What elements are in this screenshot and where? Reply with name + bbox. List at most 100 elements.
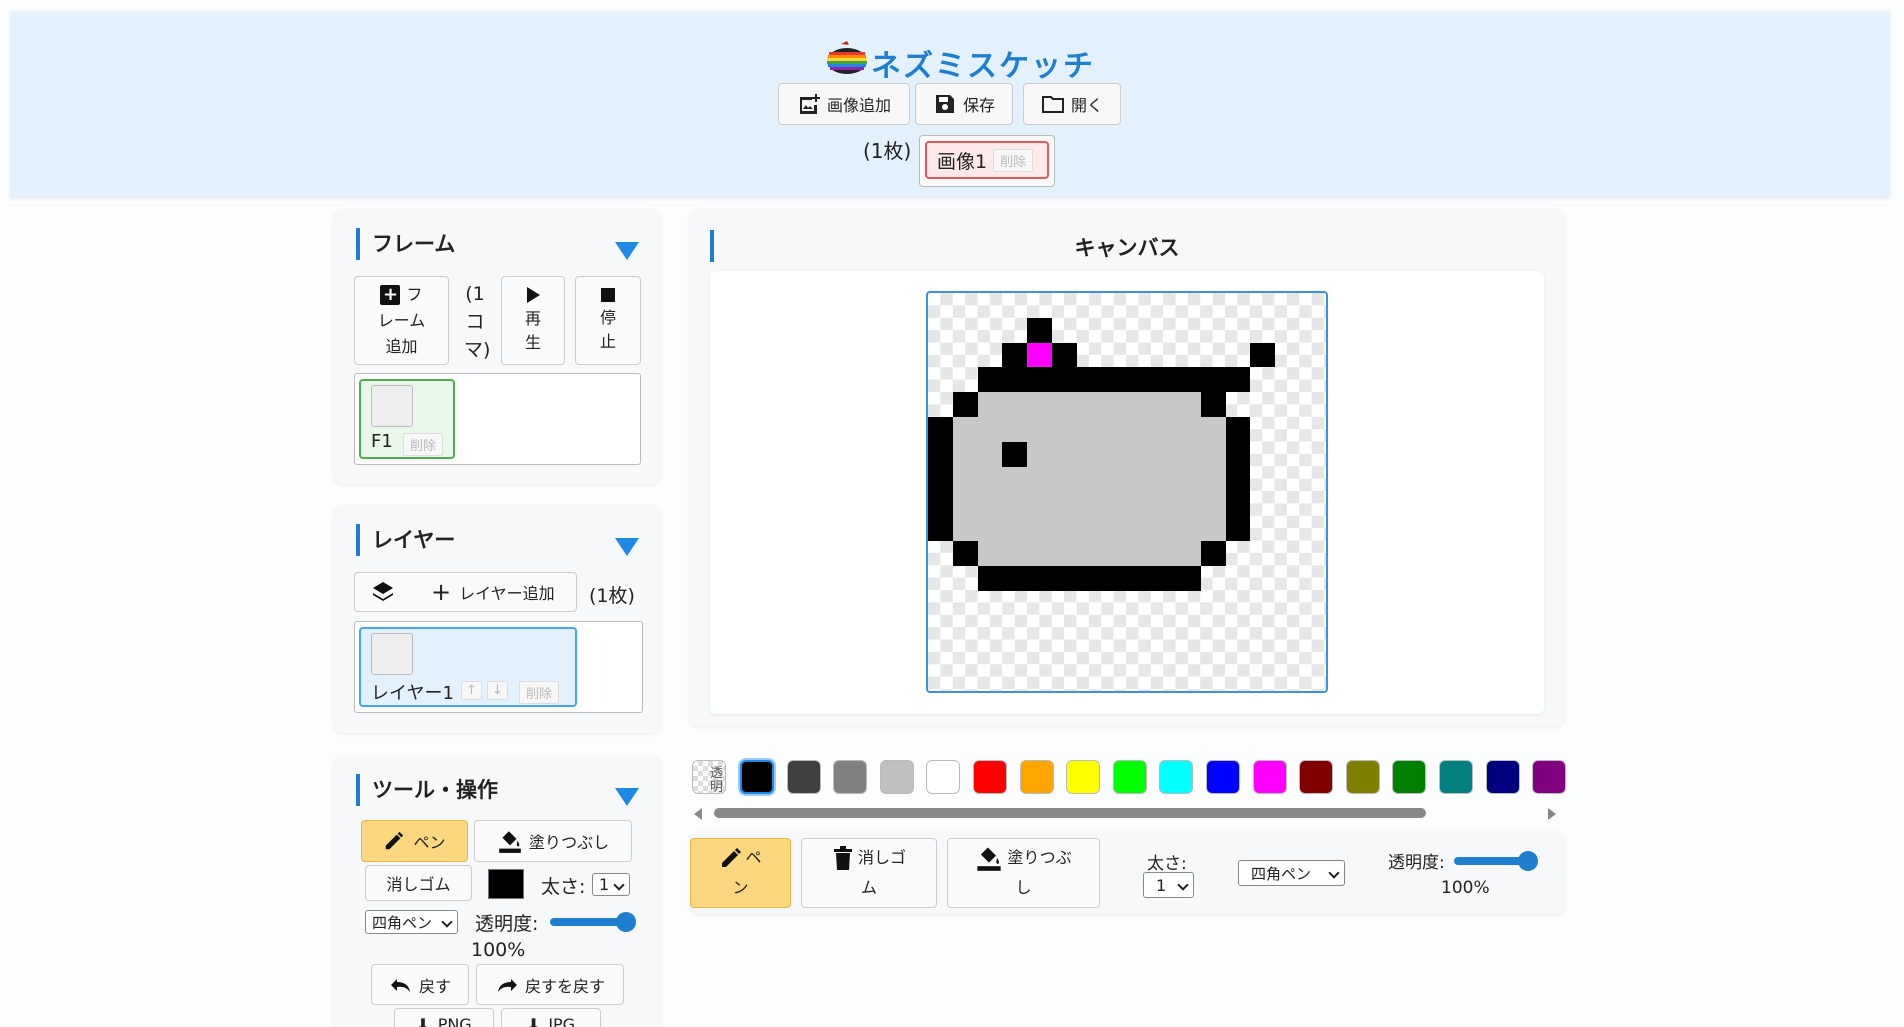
color-swatch[interactable] bbox=[1299, 760, 1334, 794]
toolbar-eraser-button[interactable]: 消しゴ ム bbox=[801, 838, 937, 908]
undo-button[interactable]: 戻す bbox=[371, 964, 469, 1005]
canvas-pixel bbox=[1225, 417, 1251, 442]
toolbar-size-select[interactable]: 1 bbox=[1143, 872, 1194, 898]
canvas-pixel bbox=[1002, 491, 1028, 517]
canvas-pixel bbox=[1225, 491, 1251, 517]
canvas-pixel bbox=[1200, 441, 1226, 467]
color-swatch[interactable] bbox=[1439, 760, 1473, 794]
add-frame-label-3: 追加 bbox=[385, 336, 418, 356]
frame-delete-button[interactable]: 削除 bbox=[403, 433, 444, 456]
canvas-pixel bbox=[1027, 541, 1052, 566]
color-swatch[interactable] bbox=[1392, 760, 1427, 794]
frame-panel: フレーム + フ レーム 追加 (1 コ マ) 再 生 停 止 F1 削除 bbox=[334, 210, 660, 484]
frame-item[interactable]: F1 削除 bbox=[359, 379, 455, 459]
add-image-button[interactable]: 画像追加 bbox=[778, 83, 910, 125]
toolbar-pen-button[interactable]: ペ ン bbox=[690, 838, 791, 908]
undo-label: 戻す bbox=[418, 976, 451, 996]
color-swatch[interactable] bbox=[740, 760, 774, 794]
canvas-pixel bbox=[1225, 516, 1251, 541]
canvas-pixel bbox=[1076, 516, 1102, 541]
toolbar-fill-button[interactable]: 塗りつぶ し bbox=[947, 838, 1100, 908]
play-button[interactable]: 再 生 bbox=[501, 276, 565, 365]
color-swatch[interactable] bbox=[973, 760, 1007, 794]
image-tab[interactable]: 画像1 削除 bbox=[925, 141, 1049, 179]
color-swatch[interactable] bbox=[1532, 760, 1567, 794]
color-swatch[interactable] bbox=[926, 760, 961, 794]
save-button[interactable]: 保存 bbox=[915, 83, 1013, 125]
opacity-slider[interactable] bbox=[550, 912, 636, 932]
color-swatch[interactable] bbox=[1159, 760, 1194, 794]
canvas-pixel bbox=[1027, 317, 1052, 343]
drawing-canvas[interactable] bbox=[926, 291, 1328, 693]
color-swatch[interactable] bbox=[1112, 760, 1147, 794]
color-swatch[interactable] bbox=[1252, 760, 1287, 794]
color-swatch[interactable] bbox=[1019, 760, 1054, 794]
tool-fill-button[interactable]: 塗りつぶし bbox=[474, 820, 632, 862]
color-swatch[interactable] bbox=[786, 760, 821, 794]
canvas-pixel bbox=[1151, 541, 1176, 566]
toolbar-opacity-slider[interactable] bbox=[1454, 851, 1538, 871]
redo-button[interactable]: 戻すを戻す bbox=[476, 964, 624, 1005]
pen-shape-value: 四角ペン bbox=[372, 913, 433, 932]
toolbar-pen-label-2: ン bbox=[732, 878, 749, 897]
size-label: 太さ: bbox=[541, 876, 586, 898]
opacity-label: 透明度: bbox=[475, 913, 539, 935]
canvas-pixel bbox=[1002, 541, 1028, 566]
color-swatch[interactable] bbox=[1345, 760, 1380, 794]
opacity-value: 100% bbox=[471, 939, 526, 961]
canvas-pixel bbox=[1076, 541, 1102, 566]
open-button[interactable]: 開く bbox=[1023, 83, 1121, 125]
layer-up-button[interactable]: ↑ bbox=[461, 681, 482, 700]
image-tab-label: 画像1 bbox=[937, 150, 988, 173]
canvas-pixel bbox=[1151, 565, 1176, 591]
toolbar-pen-shape-select[interactable]: 四角ペン bbox=[1238, 860, 1345, 886]
canvas-pixel bbox=[952, 417, 978, 442]
image-tab-list: 画像1 削除 bbox=[919, 135, 1055, 187]
canvas-pixel bbox=[977, 367, 1003, 393]
size-select-value: 1 bbox=[599, 875, 610, 894]
canvas-pixel bbox=[1052, 516, 1077, 541]
add-frame-button[interactable]: + フ レーム 追加 bbox=[354, 276, 449, 365]
image-delete-button[interactable]: 削除 bbox=[993, 148, 1034, 172]
save-label: 保存 bbox=[962, 96, 995, 115]
canvas-pixel bbox=[1250, 342, 1276, 368]
transparent-swatch[interactable]: 透明 bbox=[692, 760, 726, 794]
export-png-button[interactable]: ⬇ PNG bbox=[394, 1008, 494, 1027]
canvas-pixel bbox=[1200, 491, 1226, 517]
frame-collapse-toggle[interactable] bbox=[615, 242, 639, 260]
toolbar-opacity-slider-knob[interactable] bbox=[1518, 851, 1538, 871]
palette-scroll-left-button[interactable] bbox=[694, 808, 702, 820]
stop-label-1: 停 bbox=[599, 307, 616, 327]
layer-down-button[interactable]: ↓ bbox=[487, 681, 508, 700]
add-image-icon bbox=[799, 94, 820, 114]
tool-eraser-button[interactable]: 消しゴム bbox=[365, 865, 472, 901]
layer-count: (1枚) bbox=[589, 585, 635, 607]
layer-item[interactable]: レイヤー1 ↑ ↓ 削除 bbox=[359, 627, 577, 707]
stop-label-2: 止 bbox=[599, 331, 616, 351]
toolbar-pen-shape-value: 四角ペン bbox=[1251, 864, 1312, 883]
canvas-pixel bbox=[1126, 491, 1152, 517]
color-swatch[interactable] bbox=[1485, 760, 1520, 794]
tool-pen-label: ペン bbox=[413, 833, 446, 852]
add-layer-button[interactable]: + レイヤー追加 bbox=[354, 572, 577, 612]
palette-scrollbar-thumb[interactable] bbox=[714, 808, 1426, 818]
add-image-label: 画像追加 bbox=[826, 96, 891, 115]
current-color-picker[interactable] bbox=[488, 869, 524, 899]
tools-collapse-toggle[interactable] bbox=[615, 788, 639, 806]
layer-delete-button[interactable]: 削除 bbox=[519, 681, 560, 704]
color-swatch[interactable] bbox=[1206, 760, 1240, 794]
color-swatch[interactable] bbox=[833, 760, 868, 794]
tool-pen-button[interactable]: ペン bbox=[361, 820, 468, 862]
canvas-pixel bbox=[1151, 392, 1176, 417]
export-jpg-button[interactable]: ⬇ JPG bbox=[501, 1008, 601, 1027]
color-swatch[interactable] bbox=[1066, 760, 1101, 794]
canvas-pixel bbox=[1027, 342, 1052, 368]
opacity-slider-knob[interactable] bbox=[616, 912, 636, 932]
stop-button[interactable]: 停 止 bbox=[575, 276, 641, 365]
layer-collapse-toggle[interactable] bbox=[615, 538, 639, 556]
canvas-pixel bbox=[1027, 417, 1052, 442]
palette-scroll-right-button[interactable] bbox=[1548, 808, 1556, 820]
size-select[interactable]: 1 bbox=[592, 873, 630, 896]
color-swatch[interactable] bbox=[879, 760, 914, 794]
pen-shape-select[interactable]: 四角ペン bbox=[365, 910, 458, 934]
